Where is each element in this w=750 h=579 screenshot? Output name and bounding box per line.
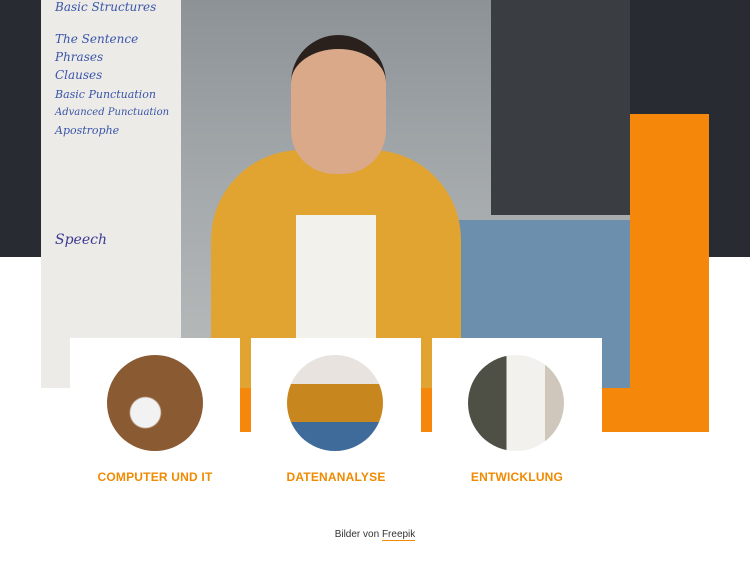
bookshelf xyxy=(491,0,630,215)
person-head xyxy=(291,35,386,174)
category-label[interactable]: COMPUTER UND IT xyxy=(70,470,240,484)
whiteboard-text: The Sentence xyxy=(55,32,139,46)
category-image-data[interactable] xyxy=(287,355,383,451)
whiteboard-text: Apostrophe xyxy=(55,124,120,137)
category-image-dev[interactable] xyxy=(468,355,564,451)
category-label[interactable]: ENTWICKLUNG xyxy=(432,470,602,484)
whiteboard-text: Clauses xyxy=(55,68,103,82)
category-image-computer[interactable] xyxy=(107,355,203,451)
whiteboard-text: Advanced Punctuation xyxy=(55,107,170,118)
credit-prefix: Bilder von xyxy=(334,529,380,540)
freepik-link[interactable]: Freepik xyxy=(381,529,416,541)
category-label[interactable]: DATENANALYSE xyxy=(251,470,421,484)
whiteboard-text: Speech xyxy=(55,232,107,248)
whiteboard-text: Basic Punctuation xyxy=(55,88,156,101)
whiteboard-text: Phrases xyxy=(55,50,104,64)
image-credit: Bilder von Freepik xyxy=(0,529,750,541)
whiteboard-text: Basic Structures xyxy=(55,0,157,14)
whiteboard: Basic Structures The Sentence Phrases Cl… xyxy=(41,0,181,388)
hero-photo: Basic Structures The Sentence Phrases Cl… xyxy=(41,0,630,388)
